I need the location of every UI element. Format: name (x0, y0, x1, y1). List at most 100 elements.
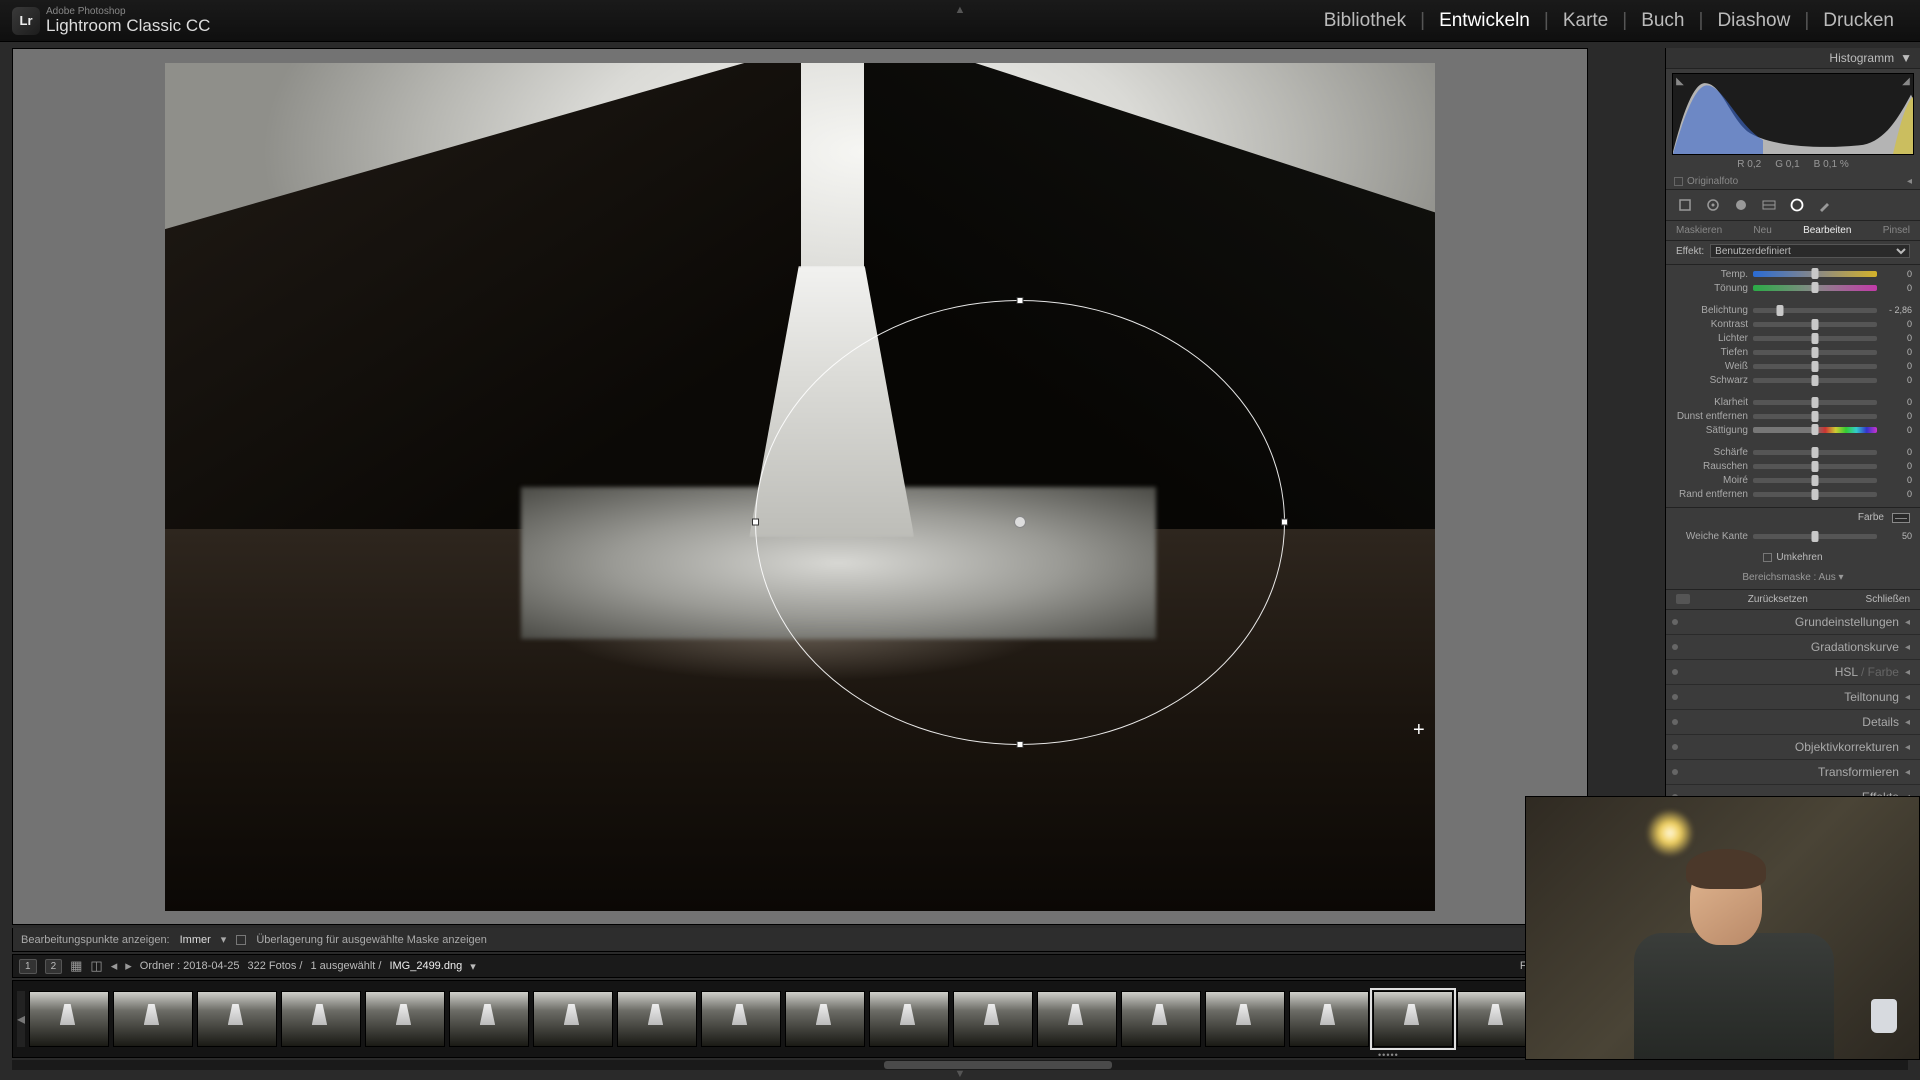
folder-path[interactable]: Ordner : 2018-04-25 (140, 960, 240, 972)
slider-moire[interactable]: Moiré0 (1674, 473, 1912, 487)
module-library[interactable]: Bibliothek (1310, 10, 1420, 32)
panel-split[interactable]: Teiltonung◂ (1666, 685, 1920, 710)
radial-tool-icon[interactable] (1788, 196, 1806, 214)
chevron-left-icon[interactable]: ◂ (1907, 176, 1912, 187)
second-window-icon[interactable]: ◫ (90, 958, 102, 974)
filmstrip-thumb[interactable] (617, 991, 697, 1047)
slider-blacks[interactable]: Schwarz0 (1674, 373, 1912, 387)
slider-defringe[interactable]: Rand entfernen0 (1674, 487, 1912, 501)
current-file[interactable]: IMG_2499.dng (389, 960, 462, 972)
radial-filter-pin-icon[interactable] (1014, 516, 1026, 528)
filmstrip-thumb[interactable] (785, 991, 865, 1047)
panel-collapse-top-icon[interactable]: ▲ (955, 4, 966, 16)
module-book[interactable]: Buch (1627, 10, 1698, 32)
spot-tool-icon[interactable] (1704, 196, 1722, 214)
panel-tonecurve[interactable]: Gradationskurve◂ (1666, 635, 1920, 660)
slider-feather[interactable]: Weiche Kante50 (1674, 529, 1912, 543)
before-after-toggle-icon[interactable] (1676, 594, 1690, 604)
radial-handle-right[interactable] (1281, 519, 1288, 526)
radial-handle-left[interactable] (752, 519, 759, 526)
filmstrip-thumb[interactable] (197, 991, 277, 1047)
tab-edit[interactable]: Bearbeiten (1803, 225, 1851, 236)
slider-sharpness[interactable]: Schärfe0 (1674, 445, 1912, 459)
panel-lens[interactable]: Objektivkorrekturen◂ (1666, 735, 1920, 760)
clipping-shadows-icon[interactable]: ◣ (1675, 76, 1685, 86)
filmstrip-thumb[interactable] (449, 991, 529, 1047)
filmstrip-thumb[interactable] (533, 991, 613, 1047)
logo-mark-icon: Lr (12, 7, 40, 35)
radial-handle-bottom[interactable] (1017, 741, 1024, 748)
clipping-highlights-icon[interactable]: ◢ (1901, 76, 1911, 86)
filmstrip-thumb[interactable] (1121, 991, 1201, 1047)
slider-shadows[interactable]: Tiefen0 (1674, 345, 1912, 359)
range-mask-row[interactable]: Bereichsmaske : Aus ▾ (1666, 566, 1920, 589)
filmstrip-toolbar: 1 2 ▦ ◫ ◂ ▸ Ordner : 2018-04-25 322 Foto… (12, 954, 1588, 978)
checkbox-icon[interactable] (1763, 553, 1772, 562)
panel-basic[interactable]: Grundeinstellungen◂ (1666, 610, 1920, 635)
view-compare-button[interactable]: 2 (45, 959, 63, 974)
mask-options-bar: Bearbeitungspunkte anzeigen: Immer▾ Über… (12, 928, 1588, 952)
redeye-tool-icon[interactable] (1732, 196, 1750, 214)
panel-detail[interactable]: Details◂ (1666, 710, 1920, 735)
panel-hsl[interactable]: HSL / Farbe◂ (1666, 660, 1920, 685)
filmstrip-thumb[interactable] (29, 991, 109, 1047)
filmstrip-thumb[interactable] (701, 991, 781, 1047)
histogram[interactable]: ◣ ◢ (1672, 73, 1914, 155)
slider-highlights[interactable]: Lichter0 (1674, 331, 1912, 345)
gradient-tool-icon[interactable] (1760, 196, 1778, 214)
slider-noise[interactable]: Rauschen0 (1674, 459, 1912, 473)
filmstrip-thumb[interactable] (365, 991, 445, 1047)
filmstrip-prev-icon[interactable]: ◂ (17, 991, 25, 1047)
close-button[interactable]: Schließen (1866, 594, 1910, 605)
filmstrip-thumb-selected[interactable]: ••••• (1373, 991, 1453, 1047)
filmstrip-thumb[interactable] (1037, 991, 1117, 1047)
nav-prev-icon[interactable]: ◂ (111, 958, 118, 974)
photo-preview[interactable]: + (165, 63, 1435, 911)
filmstrip-thumb[interactable] (281, 991, 361, 1047)
filmstrip-thumb[interactable] (113, 991, 193, 1047)
brush-tool-icon[interactable] (1816, 196, 1834, 214)
reset-button[interactable]: Zurücksetzen (1748, 594, 1808, 605)
filmstrip-thumb[interactable] (1205, 991, 1285, 1047)
slider-whites[interactable]: Weiß0 (1674, 359, 1912, 373)
module-develop[interactable]: Entwickeln (1425, 10, 1544, 32)
develop-sidebar: Histogramm ▼ ◣ ◢ R 0,2 G 0,1 B 0,1 % Ori… (1665, 48, 1920, 925)
grid-icon[interactable]: ▦ (70, 958, 82, 974)
filmstrip-thumb[interactable] (869, 991, 949, 1047)
slider-tint[interactable]: Tönung0 (1674, 281, 1912, 295)
checkbox-icon[interactable] (236, 935, 246, 945)
nav-next-icon[interactable]: ▸ (125, 958, 132, 974)
effect-select[interactable]: Benutzerdefiniert (1710, 244, 1910, 258)
panel-collapse-bottom-icon[interactable]: ▼ (955, 1068, 966, 1080)
canvas-area: + (12, 48, 1588, 925)
slider-saturation[interactable]: Sättigung0 (1674, 423, 1912, 437)
panel-transform[interactable]: Transformieren◂ (1666, 760, 1920, 785)
radial-filter-overlay[interactable] (755, 300, 1285, 745)
color-swatch-icon[interactable] (1892, 513, 1910, 523)
module-print[interactable]: Drucken (1809, 10, 1908, 32)
slider-temp[interactable]: Temp.0 (1674, 267, 1912, 281)
tab-brush[interactable]: Pinsel (1883, 225, 1910, 236)
tab-new[interactable]: Neu (1753, 225, 1771, 236)
module-slideshow[interactable]: Diashow (1703, 10, 1804, 32)
histogram-header[interactable]: Histogramm ▼ (1666, 48, 1920, 69)
filmstrip-thumb[interactable] (1289, 991, 1369, 1047)
slider-exposure[interactable]: Belichtung- 2,86 (1674, 303, 1912, 317)
edit-pins-mode[interactable]: Immer (180, 934, 211, 946)
crop-tool-icon[interactable] (1676, 196, 1694, 214)
original-photo-toggle[interactable]: Originalfoto ◂ (1666, 174, 1920, 190)
tab-mask[interactable]: Maskieren (1676, 225, 1722, 236)
slider-clarity[interactable]: Klarheit0 (1674, 395, 1912, 409)
slider-dehaze[interactable]: Dunst entfernen0 (1674, 409, 1912, 423)
filmstrip-thumb[interactable] (953, 991, 1033, 1047)
checkbox-icon[interactable] (1674, 177, 1683, 186)
histogram-title: Histogramm (1829, 51, 1894, 65)
slider-contrast[interactable]: Kontrast0 (1674, 317, 1912, 331)
adjustment-sliders: Temp.0 Tönung0 Belichtung- 2,86 Kontrast… (1666, 265, 1920, 508)
color-row: Farbe (1666, 508, 1920, 527)
invert-row[interactable]: Umkehren (1666, 549, 1920, 566)
view-single-button[interactable]: 1 (19, 959, 37, 974)
cursor-add-icon: + (1413, 719, 1425, 742)
radial-handle-top[interactable] (1017, 297, 1024, 304)
module-map[interactable]: Karte (1549, 10, 1622, 32)
